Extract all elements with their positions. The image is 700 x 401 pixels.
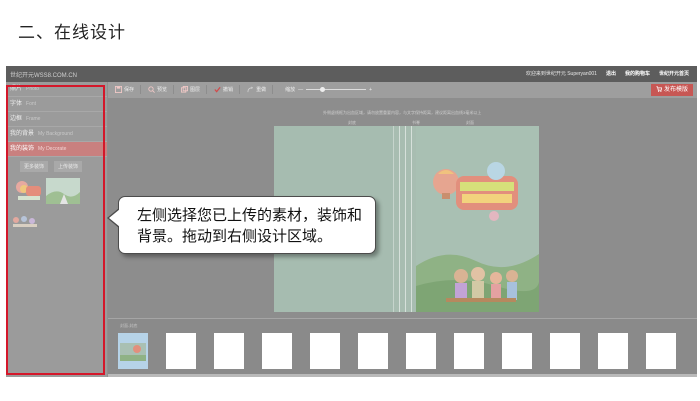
callout-text: 左侧选择您已上传的素材，装饰和背景。拖动到右侧设计区域。 [137, 207, 363, 245]
decoration-thumbnail[interactable] [10, 212, 40, 234]
filmstrip-page[interactable] [598, 333, 628, 369]
top-bar: 世纪开元WSS8.COM.CN 欢迎来到世纪开元 Superyan001 退出 … [6, 66, 697, 82]
zoom-in-button[interactable]: + [369, 87, 372, 93]
filmstrip-page[interactable] [310, 333, 340, 369]
redo-arrow-icon [247, 86, 254, 93]
front-cover-artwork[interactable] [416, 126, 539, 312]
save-button[interactable]: 保存 [112, 85, 142, 94]
sidebar-item-font[interactable]: 字体 Font [6, 97, 107, 112]
bleed-hint: 外侧虚线框为出血区域，请勿放置重要内容，与文字保持距离，建议距离出血线3毫米以上 [323, 110, 482, 115]
filmstrip-page[interactable] [166, 333, 196, 369]
sidebar-item-photo[interactable]: 照片 Photo [6, 82, 107, 97]
logout-link[interactable]: 退出 [606, 70, 616, 77]
sidebar-item-frame[interactable]: 边框 Frame [6, 112, 107, 127]
instruction-callout: 左侧选择您已上传的素材，装饰和背景。拖动到右侧设计区域。 [118, 196, 376, 254]
filmstrip-page[interactable] [502, 333, 532, 369]
cart-link[interactable]: 我的购物车 [625, 70, 650, 77]
filmstrip-page[interactable] [262, 333, 292, 369]
top-nav: 欢迎来到世纪开元 Superyan001 退出 我的购物车 世纪开元首页 [526, 70, 689, 77]
filmstrip-page[interactable] [550, 333, 580, 369]
page-filmstrip: 封面-封底 [108, 318, 697, 377]
magnifier-icon [148, 86, 155, 93]
more-decorations-button[interactable]: 更多装饰 [20, 161, 49, 172]
filmstrip-page[interactable] [646, 333, 676, 369]
filmstrip-scrollbar[interactable] [108, 374, 697, 377]
filmstrip-selected-label: 封面-封底 [120, 323, 138, 328]
zoom-slider[interactable] [306, 87, 367, 92]
filmstrip-page[interactable] [358, 333, 388, 369]
layers-icon [181, 86, 189, 93]
editor-toolbar: 保存 预览 图层 撤销 重做 缩放 — + 发布模版 [108, 82, 697, 98]
callout-pointer-fill [109, 209, 120, 227]
checkmark-icon [214, 86, 221, 93]
zoom-out-button[interactable]: — [298, 87, 303, 93]
zoom-slider-handle[interactable] [320, 87, 326, 92]
book-spine[interactable] [396, 126, 416, 312]
sidebar-item-decorate[interactable]: 我的装饰 My Decorate [6, 142, 107, 157]
slide-heading: 二、在线设计 [18, 23, 126, 42]
upload-decoration-button[interactable]: 上传装饰 [54, 161, 83, 172]
filmstrip-page[interactable] [406, 333, 436, 369]
preview-button[interactable]: 预览 [145, 85, 175, 94]
decorate-actions: 更多装饰 上传装饰 [6, 157, 107, 172]
cart-icon [656, 86, 663, 92]
tutorial-slide: 二、在线设计 世纪开元WSS8.COM.CN 欢迎来到世纪开元 Superyan… [0, 0, 700, 401]
welcome-text: 欢迎来到世纪开元 Superyan001 [525, 71, 597, 77]
filmstrip-page-cover[interactable] [118, 333, 148, 369]
save-icon [115, 86, 122, 93]
home-link[interactable]: 世纪开元首页 [659, 70, 689, 77]
sidebar-item-background[interactable]: 我的背景 My Background [6, 127, 107, 142]
zoom-label: 缩放 [285, 87, 296, 93]
filmstrip-page[interactable] [214, 333, 244, 369]
undo-button[interactable]: 撤销 [211, 85, 241, 94]
zoom-control: 缩放 — + [285, 86, 372, 94]
cover-thumbnail [120, 343, 146, 361]
decoration-thumbnail[interactable] [14, 178, 42, 204]
decoration-thumbnails [6, 172, 107, 227]
decoration-thumbnail[interactable] [46, 178, 80, 204]
filmstrip-page[interactable] [454, 333, 484, 369]
redo-button[interactable]: 重做 [244, 85, 274, 94]
layers-button[interactable]: 图层 [178, 85, 208, 94]
brand-logo[interactable]: 世纪开元WSS8.COM.CN [10, 70, 77, 79]
publish-template-button[interactable]: 发布模版 [651, 84, 693, 96]
asset-sidebar: 照片 Photo 字体 Font 边框 Frame 我的背景 My Background… [6, 82, 107, 377]
